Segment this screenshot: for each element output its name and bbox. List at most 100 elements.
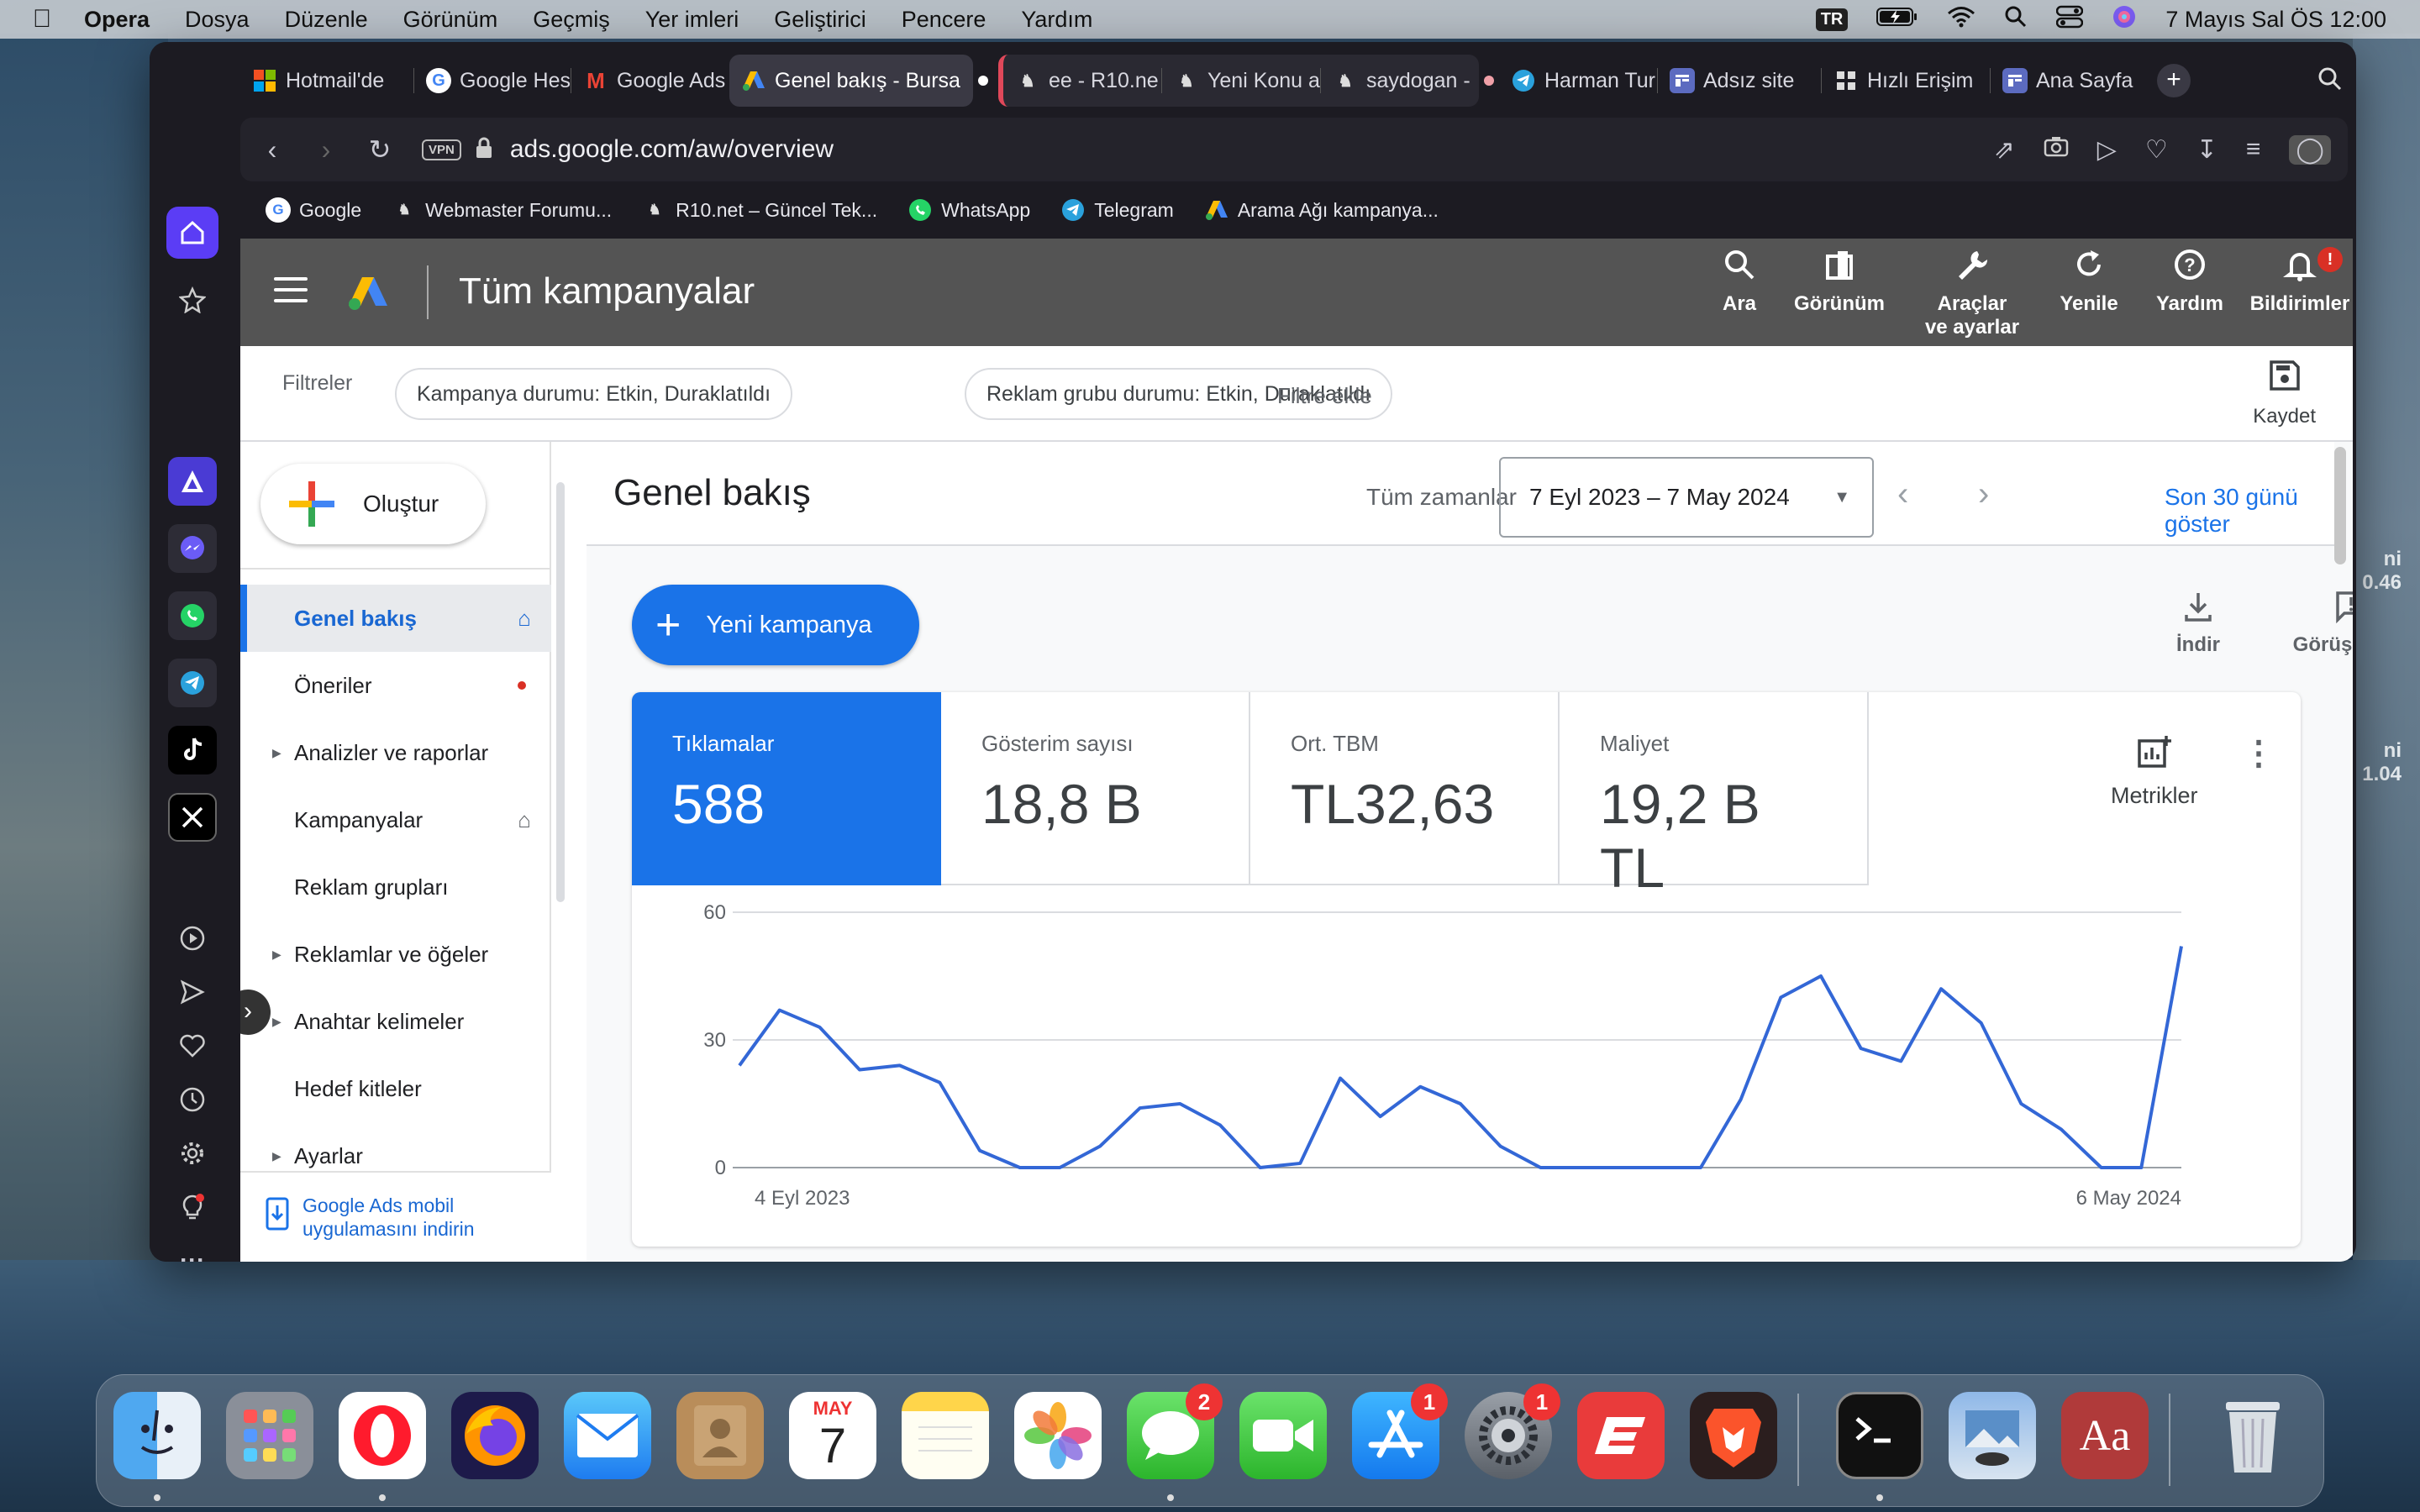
data-point[interactable] [2139, 1165, 2144, 1170]
data-point[interactable] [1138, 1105, 1143, 1110]
lock-icon[interactable] [475, 136, 493, 164]
nav-item-ads-assets[interactable]: ▶ Reklamlar ve öğeler [240, 921, 551, 988]
dictionary-icon[interactable]: Aa [2061, 1392, 2149, 1479]
data-point[interactable] [2099, 1165, 2104, 1170]
data-point[interactable] [1859, 1046, 1864, 1051]
forward-icon[interactable]: › [299, 134, 353, 165]
messenger-icon[interactable] [168, 524, 217, 573]
metric-cost[interactable]: Maliyet 19,2 B TL [1560, 692, 1869, 899]
metric-avg-cpc[interactable]: Ort. TBM TL32,63 [1250, 692, 1560, 885]
url-field[interactable]: ads.google.com/aw/overview [510, 135, 834, 164]
more-options-icon[interactable]: ··· [173, 1242, 212, 1262]
nav-item-campaigns[interactable]: Kampanyalar ⌂ [240, 786, 551, 853]
aria-ai-icon[interactable] [168, 457, 217, 506]
siri-icon[interactable] [2112, 4, 2137, 35]
next-period-chevron-icon[interactable]: › [1978, 475, 1989, 513]
tab-r10-yeni-konu[interactable]: ♞ Yeni Konu a [1162, 55, 1320, 107]
reload-icon[interactable]: ↻ [353, 134, 407, 165]
data-point[interactable] [1578, 1165, 1583, 1170]
refresh-button[interactable]: Yenile [2047, 247, 2131, 316]
tab-google-account[interactable]: G Google Hes [414, 55, 571, 107]
data-point[interactable] [1218, 1122, 1223, 1127]
menu-edit[interactable]: Düzenle [285, 7, 368, 33]
data-point[interactable] [1458, 1101, 1463, 1106]
data-point[interactable] [737, 1063, 742, 1068]
data-point[interactable] [1018, 1165, 1023, 1170]
tab-r10-saydogan[interactable]: ♞ saydogan - [1321, 55, 1479, 107]
data-point[interactable] [1297, 1161, 1302, 1166]
battery-icon[interactable] [1876, 7, 1918, 33]
tab-r10-ee[interactable]: ♞ ee - R10.ne [1003, 55, 1161, 107]
opera-icon[interactable] [339, 1392, 426, 1479]
nav-item-overview[interactable]: Genel bakış ⌂ [240, 585, 551, 652]
filter-chip-campaign-status[interactable]: Kampanya durumu: Etkin, Duraklatıldı [395, 368, 793, 420]
notifications-button[interactable]: ! Bildirimler [2245, 247, 2353, 316]
data-point[interactable] [1898, 1058, 1903, 1063]
easy-setup-icon[interactable]: ≡ [2246, 135, 2261, 165]
flow-send-icon[interactable]: ▷ [2097, 135, 2117, 165]
menu-history[interactable]: Geçmiş [533, 7, 610, 33]
trash-icon[interactable] [2209, 1392, 2296, 1479]
heart-icon[interactable] [173, 1026, 212, 1065]
tab-genel-bakis[interactable]: Genel bakış - Bursa [729, 55, 973, 107]
data-point[interactable] [1939, 986, 1944, 991]
back-icon[interactable]: ‹ [245, 134, 299, 165]
data-point[interactable] [2059, 1126, 2064, 1131]
input-source-badge[interactable]: TR [1815, 8, 1849, 31]
data-point[interactable] [1378, 1114, 1383, 1119]
control-center-icon[interactable] [2056, 5, 2084, 34]
home-icon[interactable] [166, 207, 218, 259]
bookmark-r10[interactable]: ♞ R10.net – Güncel Tek... [642, 197, 878, 223]
data-point[interactable] [777, 1008, 782, 1013]
mail-icon[interactable] [564, 1392, 651, 1479]
main-scrollbar[interactable] [2334, 447, 2346, 564]
data-point[interactable] [1979, 1021, 1984, 1026]
metric-impressions[interactable]: Gösterim sayısı 18,8 B [941, 692, 1250, 885]
wifi-icon[interactable] [1947, 6, 1975, 34]
nav-item-keywords[interactable]: ▶ Anahtar kelimeler [240, 988, 551, 1055]
app-store-icon[interactable]: 1 [1352, 1383, 1448, 1479]
system-settings-icon[interactable]: 1 [1465, 1383, 1560, 1479]
apple-icon[interactable]:  [0, 5, 84, 34]
show-last-30-days-link[interactable]: Son 30 günü göster [2165, 484, 2334, 538]
share-icon[interactable]: ⇗ [1994, 135, 2015, 165]
preview-icon[interactable] [1949, 1392, 2036, 1479]
hamburger-menu-icon[interactable] [274, 277, 308, 310]
firefox-icon[interactable] [451, 1392, 539, 1479]
clock-datetime[interactable]: 7 Mayıs Sal ÖS 12:00 [2165, 7, 2386, 33]
tab-harman-tur[interactable]: Harman Tur [1499, 55, 1657, 107]
messages-icon[interactable]: 2 [1127, 1383, 1223, 1479]
send-icon[interactable] [173, 973, 212, 1011]
telegram-icon[interactable] [168, 659, 217, 707]
data-point[interactable] [2179, 944, 2184, 949]
mobile-app-promo[interactable]: Google Ads mobil uygulamasını indirin [240, 1171, 551, 1262]
whatsapp-icon[interactable] [168, 591, 217, 640]
expressvpn-icon[interactable] [1577, 1392, 1665, 1479]
download-button[interactable]: İndir [2165, 590, 2232, 657]
data-point[interactable] [977, 1148, 982, 1153]
previous-period-chevron-icon[interactable]: ‹ [1897, 475, 1908, 513]
tab-google-ads-mail[interactable]: M Google Ads [571, 55, 729, 107]
settings-gear-icon[interactable] [173, 1134, 212, 1173]
data-point[interactable] [1818, 974, 1823, 979]
tab-ana-sayfa[interactable]: Ana Sayfa [1991, 55, 2149, 107]
spotlight-search-icon[interactable] [2004, 5, 2028, 34]
data-point[interactable] [817, 1025, 822, 1030]
google-ads-logo-icon[interactable] [348, 276, 388, 315]
launchpad-icon[interactable] [226, 1392, 313, 1479]
new-campaign-button[interactable]: + Yeni kampanya [632, 585, 919, 665]
data-point[interactable] [1177, 1101, 1182, 1106]
star-icon[interactable] [166, 274, 218, 326]
camera-icon[interactable] [2044, 135, 2069, 165]
data-point[interactable] [897, 1063, 902, 1068]
contacts-icon[interactable] [676, 1392, 764, 1479]
download-icon[interactable]: ↧ [2196, 135, 2217, 165]
tab-search-icon[interactable] [2317, 66, 2343, 96]
data-point[interactable] [1338, 1076, 1343, 1081]
menu-view[interactable]: Görünüm [403, 7, 498, 33]
bookmark-webmaster[interactable]: ♞ Webmaster Forumu... [392, 197, 613, 223]
facetime-icon[interactable] [1239, 1392, 1327, 1479]
data-point[interactable] [1258, 1165, 1263, 1170]
nav-item-ad-groups[interactable]: Reklam grupları [240, 853, 551, 921]
x-twitter-icon[interactable] [168, 793, 217, 842]
